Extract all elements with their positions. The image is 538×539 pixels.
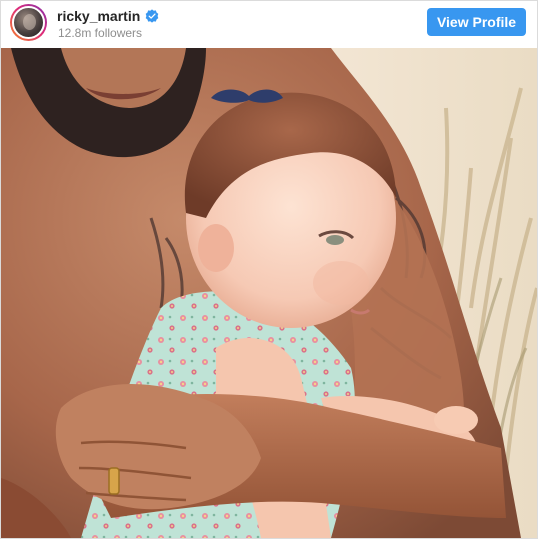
username-link[interactable]: ricky_martin (57, 7, 140, 25)
verified-badge-icon (145, 9, 159, 23)
follower-count: 12.8m followers (58, 26, 143, 40)
username-row: ricky_martin (57, 7, 159, 25)
post-header: ricky_martin 12.8m followers View Profil… (1, 1, 537, 47)
profile-avatar[interactable] (10, 4, 47, 41)
post-photo[interactable] (1, 48, 537, 538)
avatar-image (12, 6, 45, 39)
photo-illustration (1, 48, 537, 538)
view-profile-button[interactable]: View Profile (427, 8, 526, 36)
instagram-embed-card: ricky_martin 12.8m followers View Profil… (0, 0, 538, 539)
